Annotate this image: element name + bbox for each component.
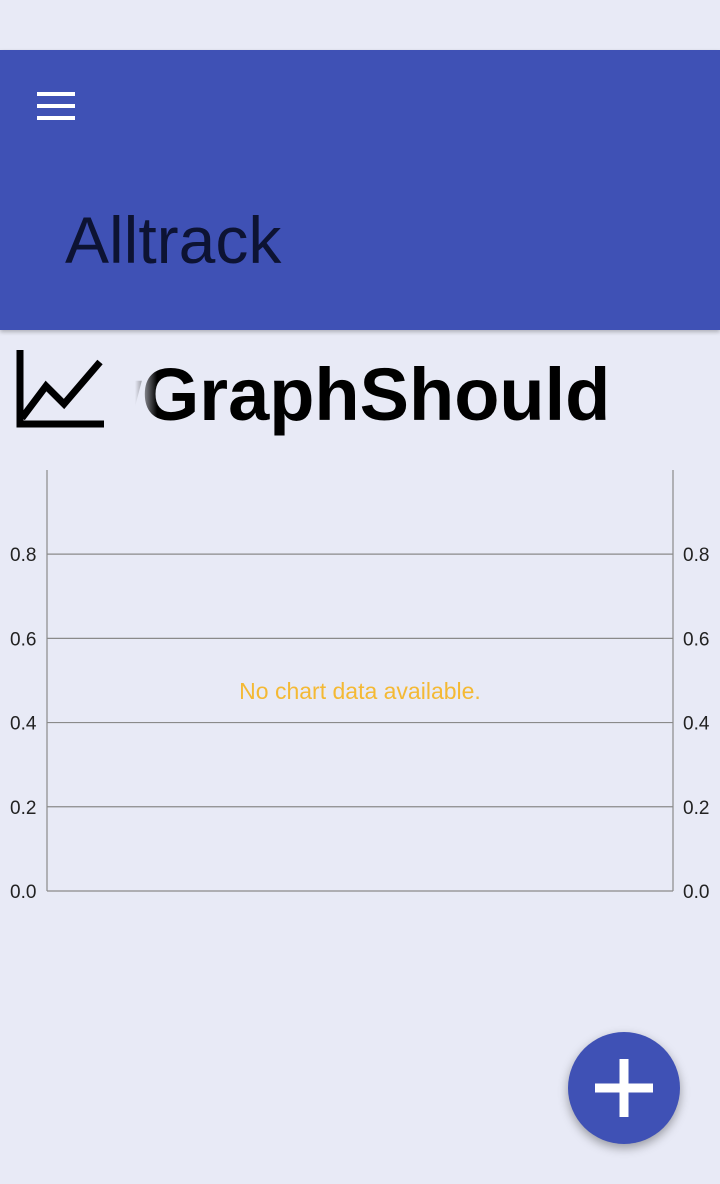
app-bar: Alltrack — [0, 50, 720, 330]
empty-chart-message: No chart data available. — [239, 678, 481, 704]
graph-title-marquee: ewGraphShould — [135, 345, 710, 445]
status-bar — [0, 0, 720, 50]
menu-button[interactable] — [20, 80, 92, 132]
y-right-tick-label: 0.8 — [683, 545, 709, 566]
app-title: Alltrack — [65, 203, 282, 277]
y-left-tick-label: 0.8 — [10, 545, 36, 566]
y-right-tick-label: 0.6 — [683, 629, 709, 650]
plus-icon — [595, 1059, 653, 1117]
add-button[interactable] — [568, 1032, 680, 1144]
y-right-tick-label: 0.4 — [683, 714, 710, 735]
hamburger-menu-icon — [37, 92, 75, 120]
y-right-tick-label: 0.2 — [683, 798, 709, 819]
line-chart-icon — [16, 350, 104, 428]
y-right-tick-label: 0.0 — [683, 882, 709, 903]
y-left-tick-label: 0.6 — [10, 629, 36, 650]
graph-header: ewGraphShould — [0, 330, 720, 460]
graph-title: ewGraphShould — [135, 353, 611, 436]
y-left-tick-label: 0.2 — [10, 798, 36, 819]
y-left-tick-label: 0.4 — [10, 714, 37, 735]
y-left-tick-label: 0.0 — [10, 882, 36, 903]
